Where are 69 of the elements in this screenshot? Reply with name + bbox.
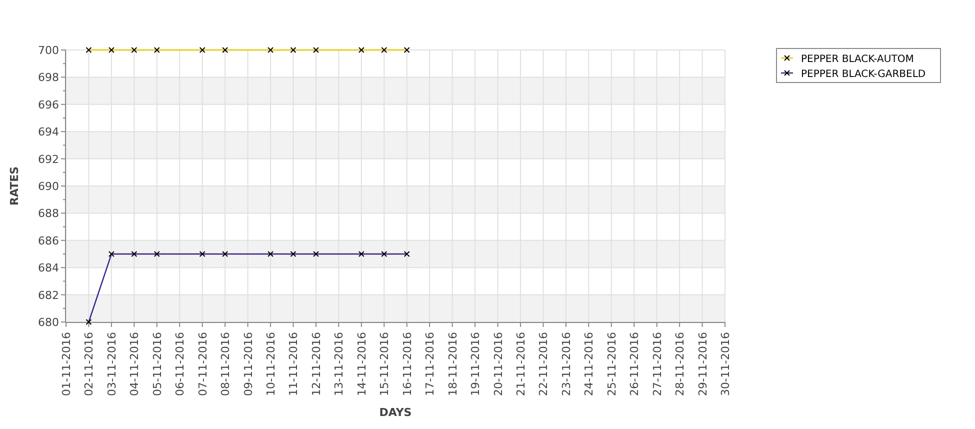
x-marker-icon (312, 47, 319, 53)
x-tick-label: 14-11-2016 (355, 332, 368, 396)
y-tick-label: 682 (38, 288, 59, 302)
x-tick-label: 20-11-2016 (492, 332, 505, 396)
x-marker-icon (358, 251, 364, 257)
x-tick-label: 13-11-2016 (332, 332, 346, 396)
x-tick-label: 10-11-2016 (264, 332, 278, 396)
y-tick-label: 686 (38, 234, 59, 248)
x-marker-icon (199, 47, 206, 53)
x-tick-label: 02-11-2016 (82, 332, 96, 396)
x-marker-icon (381, 251, 388, 257)
x-tick-label: 27-11-2016 (650, 332, 664, 396)
x-tick-label: 18-11-2016 (446, 332, 460, 396)
x-marker-icon (86, 47, 92, 53)
x-marker-icon (154, 251, 160, 257)
x-marker-icon (358, 47, 364, 53)
x-tick-label: 30-11-2016 (719, 332, 732, 396)
y-tick-label: 684 (38, 262, 59, 275)
x-tick-label: 01-11-2016 (60, 332, 73, 396)
x-marker-icon (381, 47, 388, 53)
y-tick-label: 698 (38, 71, 59, 84)
x-tick-label: 17-11-2016 (424, 332, 437, 396)
x-tick-label: 24-11-2016 (582, 332, 596, 396)
x-tick-label: 21-11-2016 (514, 332, 528, 396)
y-axis-title: RATES (8, 166, 21, 206)
x-marker-icon (199, 251, 206, 257)
legend-label: PEPPER BLACK-AUTOM (801, 54, 914, 65)
x-marker-icon (268, 47, 274, 53)
x-tick-label: 22-11-2016 (537, 332, 550, 396)
y-tick-label: 694 (38, 126, 59, 139)
x-tick-label: 03-11-2016 (105, 332, 118, 396)
x-tick-label: 06-11-2016 (174, 332, 187, 396)
x-marker-icon (86, 319, 92, 325)
x-tick-label: 12-11-2016 (310, 332, 323, 396)
y-tick-label: 696 (38, 98, 59, 112)
x-axis-title: DAYS (379, 406, 412, 419)
y-tick-label: 690 (38, 180, 59, 193)
x-tick-label: 09-11-2016 (242, 332, 255, 396)
x-tick-label: 05-11-2016 (150, 332, 164, 396)
x-marker-icon (290, 251, 296, 257)
x-marker-icon (222, 47, 228, 53)
x-marker-icon (131, 47, 138, 53)
x-tick-label: 29-11-2016 (696, 332, 710, 396)
x-tick-label: 28-11-2016 (674, 332, 687, 396)
x-tick-label: 23-11-2016 (560, 332, 573, 396)
y-tick-label: 700 (38, 44, 59, 57)
x-marker-icon (290, 47, 296, 53)
x-tick-label: 19-11-2016 (469, 332, 482, 396)
x-tick-label: 16-11-2016 (400, 332, 414, 396)
x-marker-icon (404, 251, 410, 257)
x-tick-label: 25-11-2016 (605, 332, 618, 396)
x-marker-icon (404, 47, 410, 53)
x-marker-icon (154, 47, 160, 53)
y-tick-label: 692 (38, 152, 59, 166)
x-marker-icon (312, 251, 319, 257)
x-tick-label: 11-11-2016 (287, 332, 300, 396)
x-tick-label: 08-11-2016 (219, 332, 232, 396)
x-tick-label: 04-11-2016 (128, 332, 142, 396)
x-marker-icon (268, 251, 274, 257)
x-tick-label: 07-11-2016 (196, 332, 210, 396)
x-marker-icon (222, 251, 228, 257)
x-tick-label: 26-11-2016 (628, 332, 642, 396)
x-tick-label: 15-11-2016 (378, 332, 392, 396)
x-marker-icon (108, 47, 114, 53)
x-marker-icon (131, 251, 138, 257)
legend-label: PEPPER BLACK-GARBELD (801, 69, 926, 80)
y-tick-label: 688 (38, 207, 59, 220)
y-tick-label: 680 (38, 316, 59, 329)
x-marker-icon (108, 251, 114, 257)
